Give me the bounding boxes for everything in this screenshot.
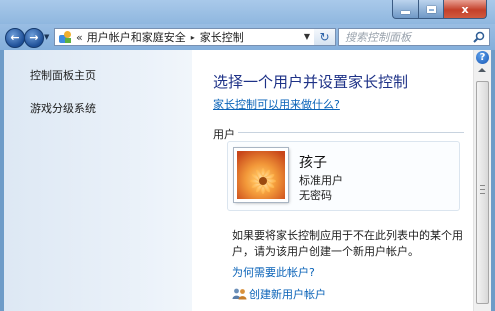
main-panel: 选择一个用户并设置家长控制 家长控制可以用来做什么? 用户 孩子 标准用户 无密… (192, 50, 473, 311)
sidebar-item-control-panel-home[interactable]: 控制面板主页 (30, 67, 96, 83)
window-content: 控制面板主页 游戏分级系统 选择一个用户并设置家长控制 家长控制可以用来做什么?… (4, 50, 491, 311)
refresh-button[interactable]: ↻ (314, 28, 336, 46)
minimize-icon (401, 10, 410, 14)
group-divider (238, 132, 464, 133)
page-title: 选择一个用户并设置家长控制 (213, 73, 409, 91)
avatar (234, 148, 288, 202)
user-name: 孩子 (299, 155, 327, 171)
flower-avatar-image (237, 151, 285, 199)
control-panel-icon (58, 30, 72, 44)
breadcrumb-item-parental-controls[interactable]: 家长控制 (200, 29, 244, 45)
scrollbar-grip-icon (480, 185, 485, 194)
search-box[interactable] (338, 28, 490, 46)
user-account-type: 标准用户 (299, 174, 343, 187)
create-user-account-label: 创建新用户帐户 (249, 288, 326, 301)
maximize-button[interactable] (419, 0, 444, 19)
scroll-up-icon[interactable] (478, 68, 486, 72)
breadcrumb-separator[interactable]: ▸ (191, 33, 195, 42)
vertical-scrollbar[interactable]: ? (473, 50, 491, 311)
search-icon[interactable] (473, 31, 485, 43)
search-input[interactable] (339, 29, 473, 45)
user-tile-child[interactable]: 孩子 标准用户 无密码 (227, 141, 460, 211)
maximize-icon (426, 5, 436, 13)
why-need-account-link[interactable]: 为何需要此帐户? (232, 264, 315, 280)
create-user-account-link[interactable]: 创建新用户帐户 (232, 286, 326, 302)
recent-pages-dropdown[interactable]: ▼ (44, 33, 49, 41)
back-arrow-icon: ← (10, 31, 20, 44)
help-icon[interactable]: ? (476, 51, 489, 64)
navigation-bar: ← → ▼ « 用户帐户和家庭安全 ▸ 家长控制 ▼ ↻ (0, 24, 495, 50)
title-bar: x (0, 0, 495, 24)
close-button[interactable]: x (444, 0, 487, 19)
breadcrumb-item-family-safety[interactable]: 用户帐户和家庭安全 (87, 29, 186, 45)
user-password-status: 无密码 (299, 189, 332, 202)
sidebar-item-game-ratings[interactable]: 游戏分级系统 (30, 100, 96, 116)
scrollbar-thumb[interactable] (476, 81, 489, 304)
forward-button[interactable]: → (24, 28, 44, 48)
create-account-note: 如果要将家长控制应用于不在此列表中的某个用户，请为该用户创建一个新用户帐户。 (232, 229, 463, 258)
users-group-label: 用户 (213, 128, 235, 141)
address-dropdown-icon[interactable]: ▼ (304, 32, 310, 41)
refresh-icon: ↻ (319, 30, 330, 44)
address-bar[interactable]: « 用户帐户和家庭安全 ▸ 家长控制 ▼ (54, 28, 315, 46)
minimize-button[interactable] (392, 0, 419, 19)
parental-controls-help-link[interactable]: 家长控制可以用来做什么? (213, 96, 340, 112)
close-icon: x (461, 2, 469, 16)
back-button[interactable]: ← (5, 28, 25, 48)
users-icon (232, 288, 247, 300)
window-controls: x (392, 0, 487, 19)
forward-arrow-icon: → (29, 31, 39, 44)
breadcrumb-overflow[interactable]: « (76, 31, 83, 44)
sidebar: 控制面板主页 游戏分级系统 (4, 50, 192, 311)
